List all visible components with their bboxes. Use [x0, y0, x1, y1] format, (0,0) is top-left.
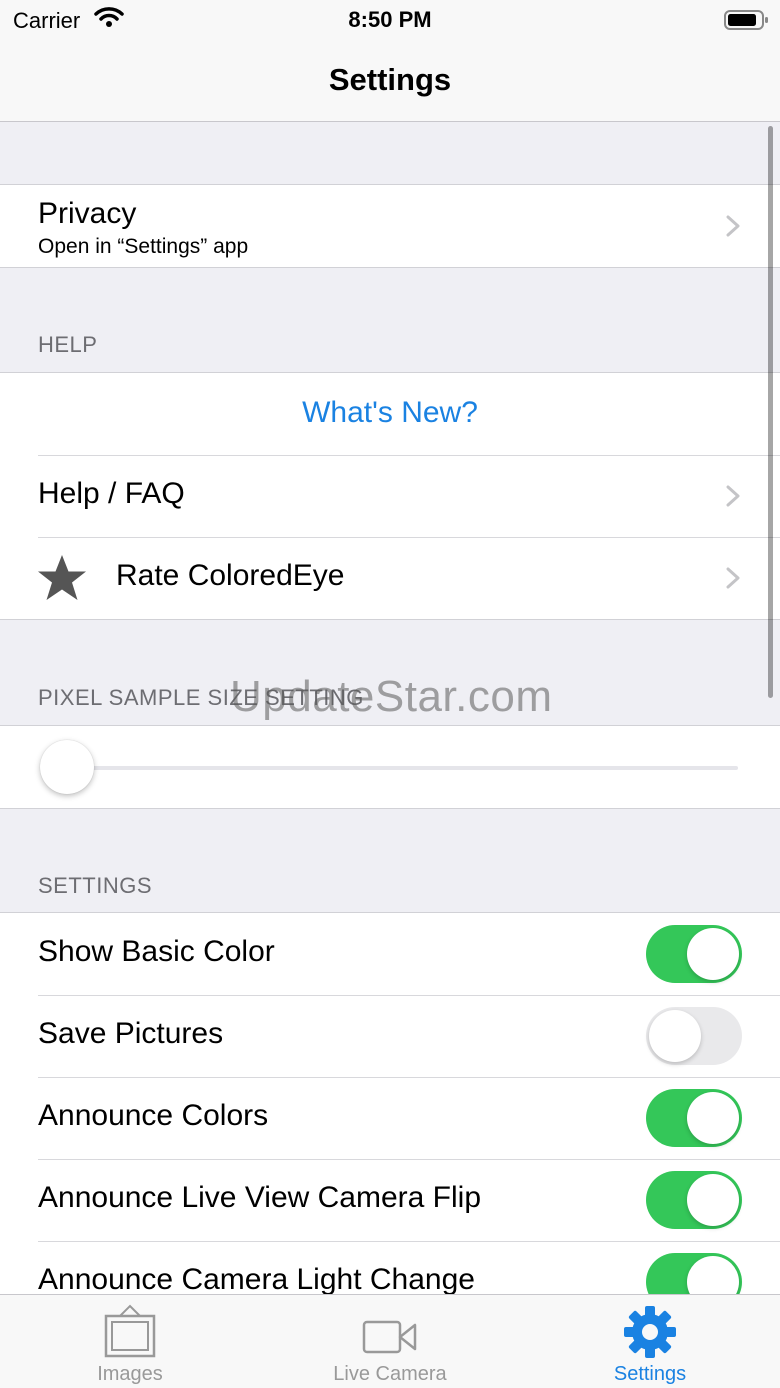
tab-live-camera[interactable]: Live Camera — [260, 1295, 520, 1388]
privacy-subtitle: Open in “Settings” app — [38, 235, 249, 258]
save-pictures-toggle[interactable] — [646, 1007, 742, 1065]
pixel-sample-slider[interactable] — [0, 726, 780, 808]
scroll-indicator[interactable] — [768, 126, 773, 698]
show-basic-color-toggle[interactable] — [646, 925, 742, 983]
tab-label: Images — [97, 1363, 163, 1385]
video-camera-icon — [362, 1320, 417, 1354]
setting-label: Announce Camera Light Change — [38, 1263, 475, 1294]
tab-images[interactable]: Images — [0, 1295, 260, 1388]
announce-light-change-toggle[interactable] — [646, 1253, 742, 1294]
setting-row: Save Pictures — [0, 995, 780, 1077]
setting-label: Announce Live View Camera Flip — [38, 1181, 482, 1214]
tab-label: Live Camera — [333, 1363, 447, 1385]
battery-icon — [724, 9, 770, 36]
images-icon — [104, 1304, 156, 1358]
privacy-title: Privacy — [38, 197, 137, 230]
navigation-bar: Settings — [0, 40, 780, 122]
help-group: What's New? Help / FAQ Rate ColoredEye — [0, 372, 780, 620]
announce-colors-toggle[interactable] — [646, 1089, 742, 1147]
gear-icon — [624, 1306, 676, 1358]
setting-label: Show Basic Color — [38, 935, 275, 968]
chevron-right-icon — [726, 567, 740, 589]
privacy-group: Privacy Open in “Settings” app — [0, 184, 780, 268]
watermark: UpdateStar.com — [230, 672, 553, 721]
setting-row: Announce Camera Light Change — [0, 1241, 780, 1294]
privacy-row[interactable]: Privacy Open in “Settings” app — [0, 185, 780, 267]
help-section-header: HELP — [38, 332, 98, 357]
rate-label: Rate ColoredEye — [116, 559, 345, 592]
setting-row: Announce Colors — [0, 1077, 780, 1159]
help-faq-row[interactable]: Help / FAQ — [0, 455, 780, 537]
announce-camera-flip-toggle[interactable] — [646, 1171, 742, 1229]
setting-label: Announce Colors — [38, 1099, 269, 1132]
tab-bar: Images Live Camera Settings — [0, 1294, 780, 1388]
status-time: 8:50 PM — [348, 7, 432, 32]
chevron-right-icon — [726, 215, 740, 237]
tab-label: Settings — [613, 1363, 687, 1385]
pixel-sample-group — [0, 725, 780, 809]
setting-row: Show Basic Color — [0, 913, 780, 995]
setting-row: Announce Live View Camera Flip — [0, 1159, 780, 1241]
page-title: Settings — [328, 62, 452, 97]
settings-group: Show Basic Color Save Pictures Announce … — [0, 912, 780, 1294]
whats-new-row[interactable]: What's New? — [0, 373, 780, 455]
slider-thumb[interactable] — [40, 740, 94, 794]
setting-label: Save Pictures — [38, 1017, 224, 1050]
help-faq-label: Help / FAQ — [38, 477, 185, 510]
tab-settings[interactable]: Settings — [520, 1295, 780, 1388]
star-icon — [38, 555, 86, 600]
settings-section-header: SETTINGS — [38, 873, 153, 898]
chevron-right-icon — [726, 485, 740, 507]
status-bar: Carrier 8:50 PM — [0, 0, 780, 40]
whats-new-button[interactable]: What's New? — [0, 396, 780, 430]
slider-track[interactable] — [66, 766, 738, 770]
rate-row[interactable]: Rate ColoredEye — [0, 537, 780, 619]
